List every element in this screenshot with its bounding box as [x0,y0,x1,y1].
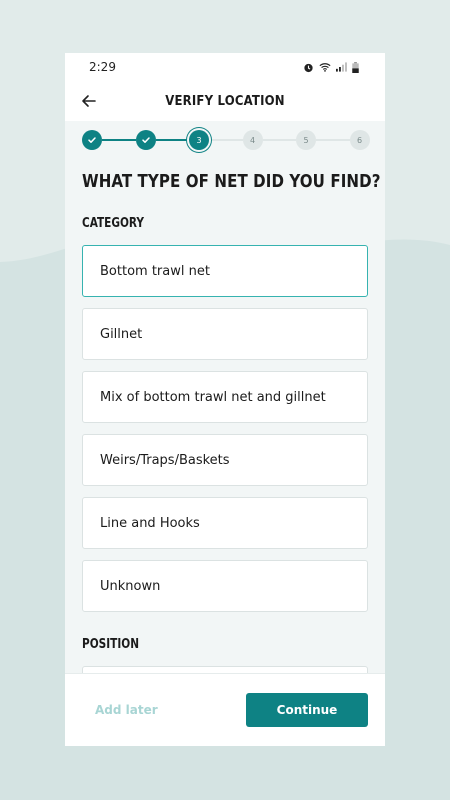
position-label: POSITION [82,637,140,652]
category-label: CATEGORY [82,216,145,231]
category-option[interactable]: Bottom trawl net [82,245,368,297]
step-3: 3 [189,130,209,150]
category-option-label: Unknown [100,578,161,594]
footer-bar: Add later Continue [65,673,385,746]
category-option-label: Mix of bottom trawl net and gillnet [100,389,326,405]
category-option[interactable]: Weirs/Traps/Baskets [82,434,368,486]
add-later-button[interactable]: Add later [95,703,158,717]
continue-button[interactable]: Continue [246,693,368,727]
step-6: 6 [349,130,370,150]
category-option-label: Bottom trawl net [100,263,210,279]
step-connector [262,139,296,141]
step-connector [316,139,350,141]
check-icon [88,137,96,143]
signal-icon [336,62,347,72]
category-option[interactable]: Unknown [82,560,368,612]
wifi-icon [319,63,331,72]
status-bar: 2:29 [65,53,385,81]
step-number: 4 [249,135,256,145]
category-option-label: Gillnet [100,326,143,342]
alarm-icon [304,63,313,72]
check-icon [141,137,150,143]
step-connector [102,139,136,141]
battery-icon [352,61,359,73]
step-connector [155,139,189,141]
step-2 [135,130,156,150]
step-number: 3 [196,135,202,145]
step-connector [209,139,243,141]
category-option[interactable]: Line and Hooks [82,497,368,549]
step-1 [82,130,102,150]
page-title: VERIFY LOCATION [165,93,285,109]
step-number: 5 [303,135,309,145]
category-option[interactable]: Mix of bottom trawl net and gillnet [82,371,368,423]
progress-stepper: 3 4 5 6 [65,121,385,159]
category-option-label: Weirs/Traps/Baskets [100,452,230,468]
category-options: Bottom trawl net Gillnet Mix of bottom tra… [82,245,368,623]
step-4: 4 [242,130,263,150]
phone-screen: 2:29 VERIFY LOCATION 3 4 5 6 WHAT TYPE OF N… [65,53,385,746]
question-heading: WHAT TYPE OF NET DID YOU FIND? [82,171,381,192]
category-option[interactable]: Gillnet [82,308,368,360]
app-header: VERIFY LOCATION [65,81,385,121]
status-time: 2:29 [89,60,116,74]
step-number: 6 [356,135,363,145]
category-option-label: Line and Hooks [100,515,200,531]
arrow-left-icon[interactable] [79,91,99,111]
step-5: 5 [296,130,316,150]
